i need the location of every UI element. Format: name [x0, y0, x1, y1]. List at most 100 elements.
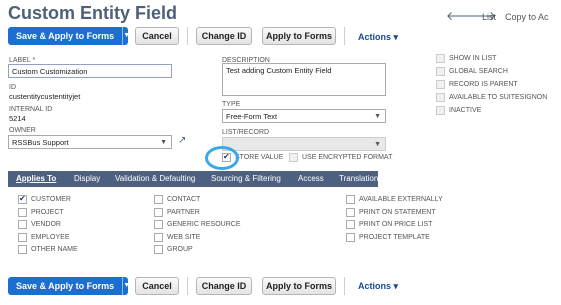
- applies-label: AVAILABLE EXTERNALLY: [359, 196, 443, 203]
- checkbox-box[interactable]: [436, 54, 445, 63]
- applies-label: GROUP: [167, 246, 193, 253]
- save-apply-label: Save & Apply to Forms: [16, 281, 115, 291]
- applies-vendor[interactable]: VENDOR: [18, 220, 61, 229]
- list-link[interactable]: List: [482, 12, 496, 22]
- toolbar-separator: [187, 27, 188, 45]
- option-label: AVAILABLE TO SUITESIGNON: [449, 94, 548, 101]
- chevron-down-icon[interactable]: ▼: [122, 277, 130, 295]
- tab-history[interactable]: History: [395, 174, 420, 183]
- tab-validation-defaulting[interactable]: Validation & Defaulting: [115, 174, 195, 183]
- description-textarea[interactable]: Test adding Custom Entity Field: [222, 63, 386, 96]
- actions-menu[interactable]: Actions ▾: [358, 32, 398, 43]
- label-field-label: LABEL *: [9, 57, 36, 64]
- cancel-button-bottom[interactable]: Cancel: [135, 277, 179, 295]
- copy-to-account-link[interactable]: Copy to Ac: [505, 12, 549, 22]
- applies-web-site[interactable]: WEB SITE: [154, 232, 200, 242]
- apply-to-forms-button-bottom[interactable]: Apply to Forms: [262, 277, 336, 295]
- applies-employee[interactable]: EMPLOYEE: [18, 232, 70, 242]
- applies-label: VENDOR: [31, 221, 61, 228]
- applies-label: PROJECT TEMPLATE: [359, 233, 430, 241]
- chevron-down-icon[interactable]: ▼: [122, 27, 130, 45]
- type-value: Free-Form Text: [226, 112, 278, 121]
- applies-group[interactable]: GROUP: [154, 245, 193, 254]
- use-encrypted-label: USE ENCRYPTED FORMAT: [302, 154, 393, 161]
- applies-print-on-statement[interactable]: PRINT ON STATEMENT: [346, 207, 436, 217]
- internal-id-label: INTERNAL ID: [9, 106, 53, 113]
- checkbox-box[interactable]: [154, 195, 163, 204]
- open-link-icon[interactable]: ↗: [178, 135, 188, 146]
- store-value-label: STORE VALUE: [235, 154, 284, 161]
- option-show-in-list[interactable]: SHOW IN LIST: [436, 54, 496, 63]
- checkbox-box[interactable]: [18, 220, 27, 229]
- checkbox-box[interactable]: [436, 93, 445, 102]
- checkbox-box[interactable]: [346, 232, 355, 242]
- checkbox-box[interactable]: [346, 220, 355, 229]
- tab-display[interactable]: Display: [74, 174, 100, 183]
- checkbox-box[interactable]: [18, 232, 27, 242]
- applies-available-externally[interactable]: AVAILABLE EXTERNALLY: [346, 195, 443, 204]
- option-label: RECORD IS PARENT: [449, 81, 518, 88]
- applies-label: OTHER NAME: [31, 246, 78, 253]
- cancel-button[interactable]: Cancel: [135, 27, 179, 45]
- checkbox-box[interactable]: [436, 106, 445, 115]
- applies-project-template[interactable]: PROJECT TEMPLATE: [346, 232, 430, 242]
- checkbox-box[interactable]: [436, 67, 445, 76]
- change-id-button[interactable]: Change ID: [196, 27, 252, 45]
- checkbox-box[interactable]: [154, 232, 163, 242]
- owner-value: RSSBus Support: [12, 138, 69, 147]
- applies-partner[interactable]: PARTNER: [154, 207, 200, 217]
- save-apply-button[interactable]: Save & Apply to Forms ▼: [8, 27, 130, 45]
- checkbox-box[interactable]: [154, 245, 163, 254]
- checkbox-box[interactable]: [346, 195, 355, 204]
- checkbox-box[interactable]: [436, 80, 445, 89]
- option-record-is-parent[interactable]: RECORD IS PARENT: [436, 80, 518, 89]
- checkbox-box[interactable]: [289, 153, 298, 162]
- tab-sourcing-filtering[interactable]: Sourcing & Filtering: [211, 174, 281, 183]
- internal-id-value: 5214: [9, 114, 26, 123]
- checkbox-box[interactable]: [154, 220, 163, 229]
- label-input[interactable]: Custom Customization: [8, 64, 172, 78]
- checkbox-box[interactable]: [18, 194, 27, 204]
- apply-to-forms-button[interactable]: Apply to Forms: [262, 27, 336, 45]
- applies-label: PARTNER: [167, 208, 200, 216]
- list-record-select[interactable]: ▼: [222, 137, 386, 151]
- tab-applies-to[interactable]: Applies To: [16, 174, 56, 183]
- save-apply-label: Save & Apply to Forms: [16, 31, 115, 41]
- checkbox-box[interactable]: [18, 245, 27, 254]
- page-title: Custom Entity Field: [8, 3, 178, 23]
- list-record-label: LIST/RECORD: [222, 129, 270, 136]
- type-label: TYPE: [222, 101, 241, 108]
- applies-contact[interactable]: CONTACT: [154, 195, 200, 204]
- toolbar-separator: [344, 27, 345, 45]
- owner-label: OWNER: [9, 127, 36, 134]
- applies-label: PRINT ON PRICE LIST: [359, 221, 433, 228]
- id-value: custentitycustentityjet: [9, 92, 81, 101]
- checkbox-box[interactable]: [346, 207, 355, 217]
- chevron-down-icon: ▼: [374, 141, 381, 148]
- toolbar-separator: [187, 277, 188, 295]
- applies-print-on-price-list[interactable]: PRINT ON PRICE LIST: [346, 220, 432, 229]
- tab-translation[interactable]: Translation: [339, 174, 378, 183]
- applies-customer[interactable]: CUSTOMER: [18, 194, 71, 204]
- option-inactive[interactable]: INACTIVE: [436, 106, 481, 115]
- checkbox-box[interactable]: [18, 207, 27, 217]
- applies-other-name[interactable]: OTHER NAME: [18, 245, 78, 254]
- applies-generic-resource[interactable]: GENERIC RESOURCE: [154, 220, 241, 229]
- option-global-search[interactable]: GLOBAL SEARCH: [436, 67, 508, 76]
- change-id-button-bottom[interactable]: Change ID: [196, 277, 252, 295]
- applies-label: CONTACT: [167, 196, 201, 203]
- owner-select[interactable]: RSSBus Support ▼: [8, 135, 172, 149]
- option-label: GLOBAL SEARCH: [449, 68, 508, 75]
- option-available-to-suitesignon[interactable]: AVAILABLE TO SUITESIGNON: [436, 93, 547, 102]
- use-encrypted-checkbox[interactable]: USE ENCRYPTED FORMAT: [289, 153, 392, 162]
- save-apply-button-bottom[interactable]: Save & Apply to Forms ▼: [8, 277, 130, 295]
- checkbox-box[interactable]: [154, 207, 163, 217]
- tab-access[interactable]: Access: [298, 174, 324, 183]
- id-label: ID: [9, 84, 16, 91]
- type-select[interactable]: Free-Form Text ▼: [222, 109, 386, 123]
- chevron-down-icon: ▼: [160, 139, 167, 146]
- applies-project[interactable]: PROJECT: [18, 207, 64, 217]
- chevron-down-icon: ▼: [374, 113, 381, 120]
- applies-label: GENERIC RESOURCE: [167, 221, 241, 228]
- actions-menu-bottom[interactable]: Actions ▾: [358, 281, 398, 292]
